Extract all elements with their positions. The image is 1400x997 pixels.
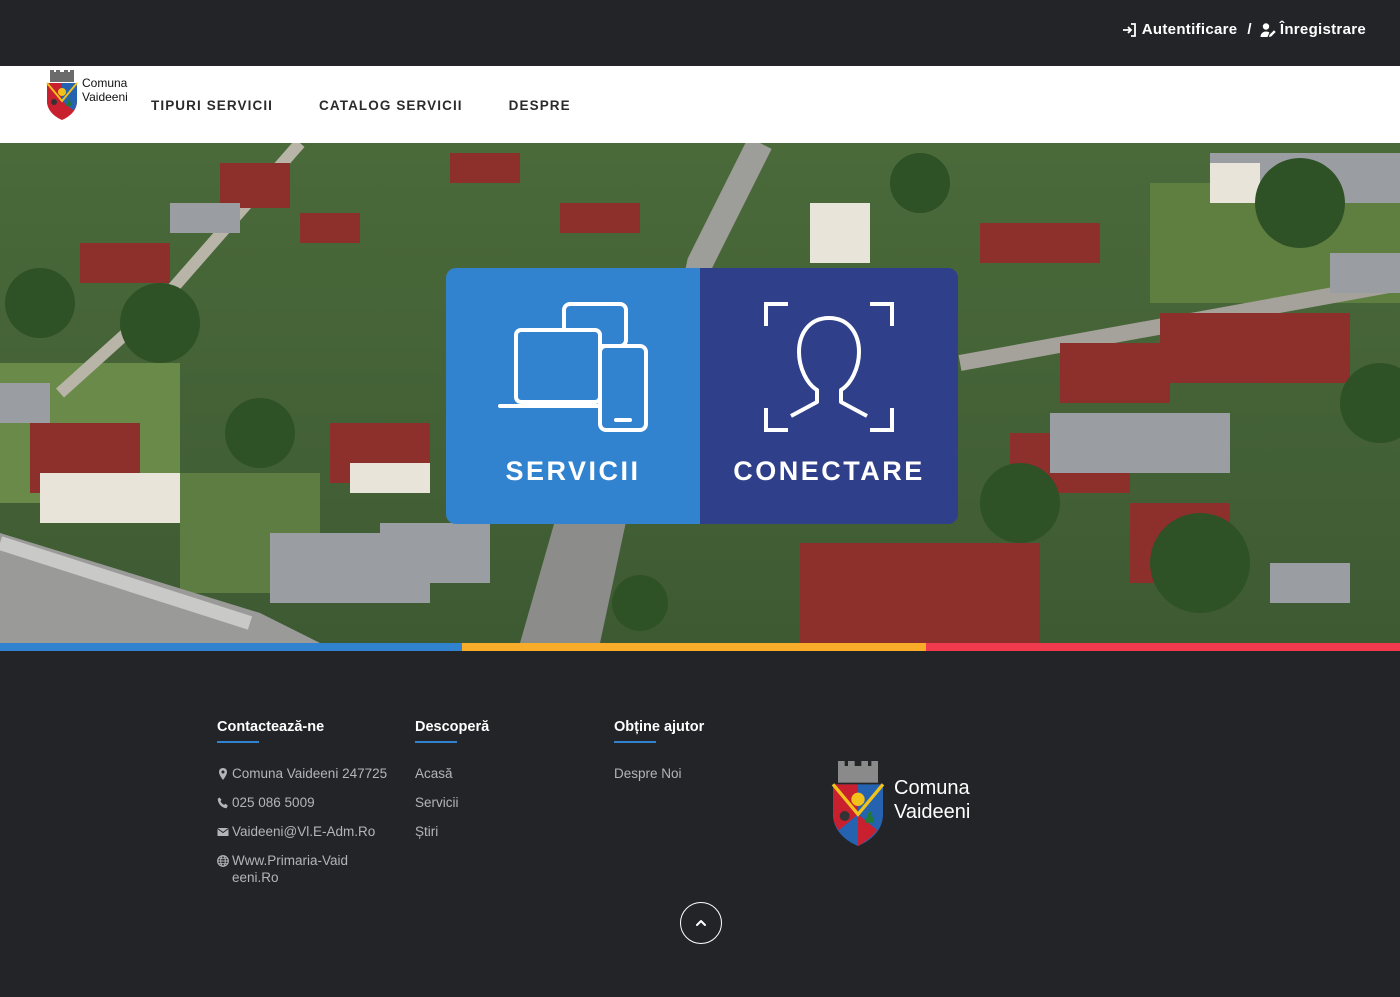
footer-logo: Comuna Vaideeni <box>828 761 970 851</box>
footer-contact-title: Contactează-ne <box>217 719 325 735</box>
face-scan-icon <box>764 302 894 432</box>
footer-logo-line1: Comuna <box>894 777 970 799</box>
contact-address: Comuna Vaideeni 247725 <box>217 765 397 782</box>
devices-icon <box>498 302 648 432</box>
globe-icon <box>217 855 229 867</box>
contact-phone: 025 086 5009 <box>217 794 397 811</box>
contact-email-text: Vaideeni@Vl.E-Adm.Ro <box>232 824 376 839</box>
coat-of-arms-icon <box>46 70 78 120</box>
contact-phone-text: 025 086 5009 <box>232 795 315 810</box>
user-edit-icon <box>1260 22 1276 37</box>
footer-link-acasa[interactable]: Acasă <box>415 765 489 782</box>
nav-despre[interactable]: DESPRE <box>509 98 571 113</box>
login-link[interactable]: Autentificare <box>1122 21 1238 38</box>
connect-tile[interactable]: CONECTARE <box>700 268 958 524</box>
nav-tipuri-servicii[interactable]: TIPURI SERVICII <box>151 98 273 113</box>
title-underline <box>614 741 656 743</box>
register-link[interactable]: Înregistrare <box>1260 21 1366 38</box>
brand-name: Comuna Vaideeni <box>82 76 128 104</box>
footer-discover-column: Descoperă Acasă Servicii Știri <box>415 719 489 852</box>
hero-section: SERVICII CONECTARE <box>0 143 1400 643</box>
connect-label: CONECTARE <box>733 456 925 486</box>
services-label: SERVICII <box>505 456 641 486</box>
footer-help-title: Obține ajutor <box>614 719 705 735</box>
brand-line2: Vaideeni <box>82 90 128 104</box>
stripe-red <box>926 643 1400 651</box>
sign-in-icon <box>1122 22 1136 37</box>
contact-address-text: Comuna Vaideeni 247725 <box>232 766 388 781</box>
footer: Contactează-ne Comuna Vaideeni 247725 02… <box>0 651 1400 997</box>
contact-website: Www.Primaria-Vaideeni.Ro <box>217 852 397 886</box>
coat-of-arms-icon <box>831 761 885 846</box>
footer-contact-column: Contactează-ne Comuna Vaideeni 247725 02… <box>217 719 397 898</box>
footer-link-despre-noi[interactable]: Despre Noi <box>614 765 704 782</box>
tricolor-stripe <box>0 643 1400 651</box>
brand-line1: Comuna <box>82 76 128 90</box>
register-label: Înregistrare <box>1279 21 1366 38</box>
envelope-icon <box>217 828 229 836</box>
top-bar: Autentificare / Înregistrare <box>0 0 1400 66</box>
stripe-blue <box>0 643 462 651</box>
map-marker-icon <box>219 768 227 780</box>
footer-link-servicii[interactable]: Servicii <box>415 794 489 811</box>
nav-links: TIPURI SERVICII CATALOG SERVICII DESPRE <box>151 98 617 113</box>
brand-logo-link[interactable]: Comuna Vaideeni <box>44 70 128 122</box>
footer-logo-line2: Vaideeni <box>894 801 971 823</box>
footer-link-stiri[interactable]: Știri <box>415 823 489 840</box>
main-navbar: Comuna Vaideeni TIPURI SERVICII CATALOG … <box>0 66 1400 143</box>
phone-icon <box>217 797 228 809</box>
contact-email: Vaideeni@Vl.E-Adm.Ro <box>217 823 397 840</box>
nav-catalog-servicii[interactable]: CATALOG SERVICII <box>319 98 463 113</box>
footer-discover-title: Descoperă <box>415 719 490 735</box>
auth-separator: / <box>1247 21 1252 38</box>
services-tile[interactable]: SERVICII <box>446 268 700 524</box>
stripe-yellow <box>462 643 926 651</box>
footer-help-column: Obține ajutor Despre Noi <box>614 719 704 794</box>
auth-links: Autentificare / Înregistrare <box>1122 21 1366 38</box>
title-underline <box>217 741 259 743</box>
contact-website-text: Www.Primaria-Vaideeni.Ro <box>232 853 349 885</box>
login-label: Autentificare <box>1141 21 1238 38</box>
footer-logo-text: Comuna Vaideeni <box>894 776 970 824</box>
scroll-to-top-button[interactable] <box>680 902 722 944</box>
title-underline <box>415 741 457 743</box>
chevron-up-icon <box>696 920 706 926</box>
